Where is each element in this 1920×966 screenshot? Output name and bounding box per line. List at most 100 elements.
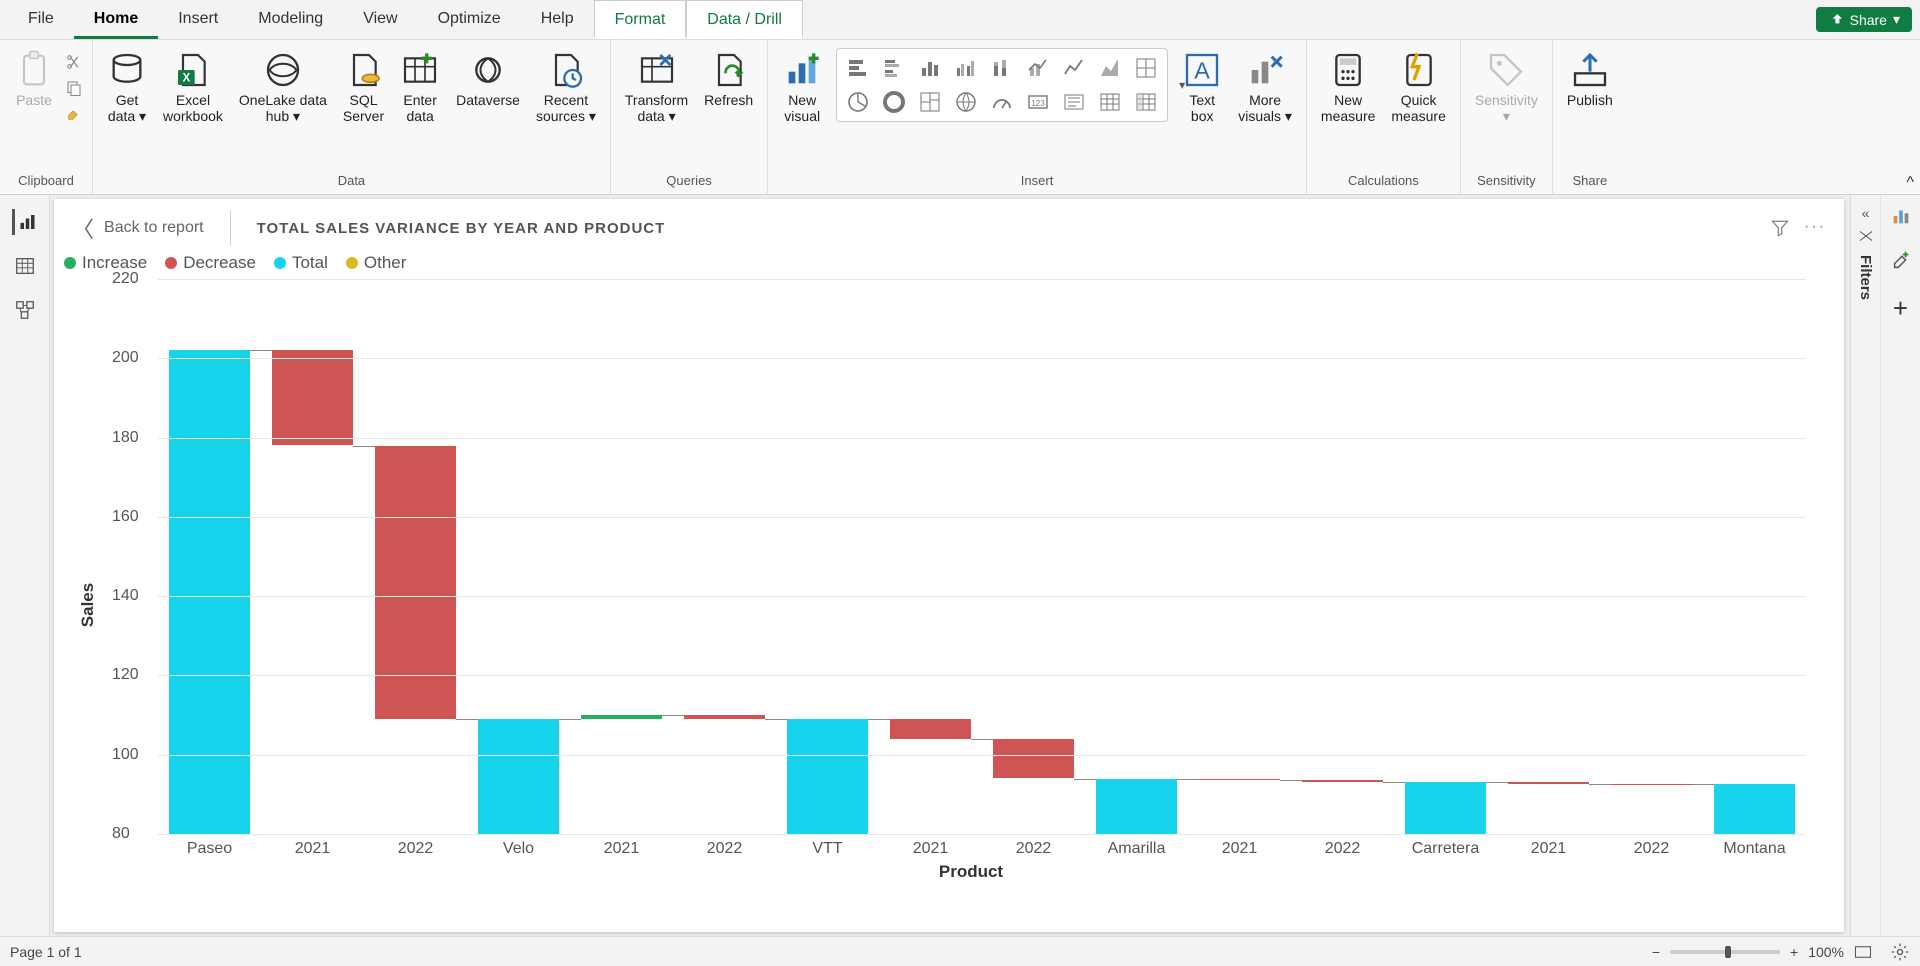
menu-tab-optimize[interactable]: Optimize (418, 0, 521, 39)
gridline (158, 358, 1806, 359)
cut-button[interactable] (62, 50, 86, 74)
brush-icon (65, 105, 83, 123)
kpi-icon[interactable] (1059, 87, 1089, 117)
pie-chart-icon[interactable] (843, 87, 873, 117)
zoom-in-button[interactable]: + (1790, 944, 1798, 960)
bar-2022[interactable] (375, 446, 455, 720)
column-chart-icon[interactable] (915, 53, 945, 83)
table-icon[interactable] (1095, 87, 1125, 117)
recent-sources-button[interactable]: Recent sources ▾ (528, 46, 604, 128)
report-view-button[interactable] (12, 209, 38, 235)
area-chart-icon[interactable] (1095, 53, 1125, 83)
filters-pane-collapsed[interactable]: « Filters (1850, 195, 1880, 936)
bar-2022[interactable] (1302, 780, 1382, 782)
bar-vtt[interactable] (787, 719, 867, 834)
bar-2022[interactable] (684, 715, 764, 719)
stacked-column-icon[interactable] (987, 53, 1017, 83)
new-visual-button[interactable]: New visual (774, 46, 830, 128)
filter-icon[interactable] (1770, 218, 1790, 238)
excel-workbook-button[interactable]: XExcel workbook (155, 46, 231, 128)
zoom-slider[interactable] (1670, 950, 1780, 954)
menu-tab-insert[interactable]: Insert (158, 0, 238, 39)
donut-chart-icon[interactable] (879, 87, 909, 117)
menu-tab-format[interactable]: Format (594, 0, 687, 39)
bar-2021[interactable] (272, 350, 352, 445)
data-view-button[interactable] (12, 253, 38, 279)
publish-button[interactable]: Publish (1559, 46, 1621, 112)
bar-2021[interactable] (1199, 779, 1279, 781)
chevron-down-icon: ▾ (669, 108, 676, 124)
sensitivity-button[interactable]: Sensitivity▾ (1467, 46, 1546, 128)
bar-2021[interactable] (890, 719, 970, 739)
gauge-icon[interactable] (987, 87, 1017, 117)
format-painter-button[interactable] (62, 102, 86, 126)
menu-tab-file[interactable]: File (8, 0, 74, 39)
menu-tab-home[interactable]: Home (74, 0, 158, 39)
ribbon-chart-icon[interactable] (1131, 53, 1161, 83)
clipboard-icon (16, 50, 52, 90)
bar-carretera[interactable] (1405, 782, 1485, 834)
treemap-icon[interactable] (915, 87, 945, 117)
ribbon-label-clipboard: Clipboard (6, 169, 86, 194)
gridline (158, 438, 1806, 439)
clustered-column-icon[interactable] (951, 53, 981, 83)
connector (1177, 779, 1200, 780)
ribbon-collapse-button[interactable]: ^ (1906, 174, 1914, 192)
map-icon[interactable] (951, 87, 981, 117)
tag-icon (1486, 50, 1526, 90)
gridline (158, 517, 1806, 518)
visualizations-pane-icon[interactable] (1890, 205, 1912, 227)
y-tick: 200 (112, 349, 139, 367)
ribbon-label-data: Data (99, 169, 604, 194)
onelake-button[interactable]: OneLake data hub ▾ (231, 46, 335, 128)
gallery-expand-icon[interactable]: ▾ (1179, 78, 1185, 92)
line-chart-icon[interactable] (1059, 53, 1089, 83)
menu-tab-help[interactable]: Help (521, 0, 594, 39)
bar-2022[interactable] (1611, 784, 1691, 785)
bar-2022[interactable] (993, 739, 1073, 779)
copy-button[interactable] (62, 76, 86, 100)
refresh-button[interactable]: Refresh (696, 46, 761, 112)
clustered-bar-icon[interactable] (879, 53, 909, 83)
menu-tab-data-drill[interactable]: Data / Drill (686, 0, 803, 39)
connector (456, 719, 479, 720)
stacked-bar-icon[interactable] (843, 53, 873, 83)
sql-icon (344, 50, 384, 90)
data-view-icon (14, 255, 36, 277)
back-to-report-button[interactable]: 〈 Back to report (72, 212, 204, 244)
paste-button[interactable]: Paste (6, 46, 62, 112)
fit-to-page-button[interactable] (1854, 945, 1872, 959)
bar-amarilla[interactable] (1096, 779, 1176, 835)
add-pane-icon[interactable]: + (1893, 293, 1908, 324)
visual-card[interactable]: 〈 Back to report TOTAL SALES VARIANCE BY… (54, 199, 1844, 932)
expand-pane-icon[interactable]: « (1862, 205, 1870, 221)
new-measure-button[interactable]: New measure (1313, 46, 1383, 128)
more-visuals-button[interactable]: More visuals ▾ (1230, 46, 1300, 128)
legend: Increase Decrease Total Other (54, 251, 1844, 277)
share-button[interactable]: Share ▾ (1816, 7, 1912, 32)
dataverse-button[interactable]: Dataverse (448, 46, 528, 112)
card-icon[interactable]: 123 (1023, 87, 1053, 117)
quick-measure-button[interactable]: Quick measure (1383, 46, 1453, 128)
bar-paseo[interactable] (169, 350, 249, 834)
settings-icon[interactable] (1890, 942, 1910, 962)
zoom-out-button[interactable]: − (1652, 944, 1660, 960)
combo-chart-icon[interactable] (1023, 53, 1053, 83)
gridline (158, 675, 1806, 676)
menu-tab-view[interactable]: View (343, 0, 417, 39)
model-view-button[interactable] (12, 297, 38, 323)
bar-2021[interactable] (1508, 782, 1588, 783)
bar-2021[interactable] (581, 715, 661, 719)
bar-velo[interactable] (478, 719, 558, 834)
matrix-icon[interactable] (1131, 87, 1161, 117)
format-pane-icon[interactable] (1890, 249, 1912, 271)
filters-funnel-icon[interactable] (1857, 227, 1875, 245)
transform-data-button[interactable]: Transform data ▾ (617, 46, 696, 128)
get-data-button[interactable]: Get data ▾ (99, 46, 155, 128)
bar-montana[interactable] (1714, 784, 1794, 834)
more-options-icon[interactable]: ··· (1804, 218, 1826, 238)
visual-gallery[interactable]: 123 ▾ (836, 48, 1168, 122)
enter-data-button[interactable]: Enter data (392, 46, 448, 128)
menu-tab-modeling[interactable]: Modeling (238, 0, 343, 39)
sql-server-button[interactable]: SQL Server (335, 46, 392, 128)
